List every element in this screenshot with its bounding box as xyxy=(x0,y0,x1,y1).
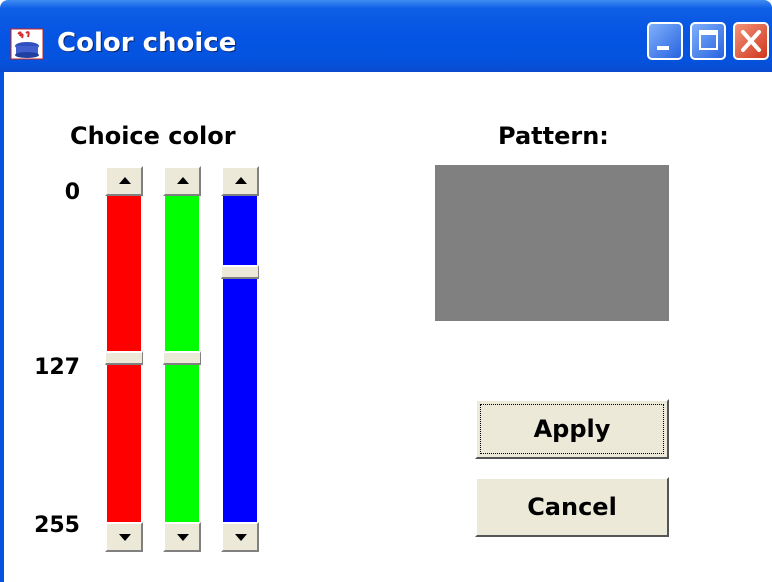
scale-label-min: 0 xyxy=(64,180,80,205)
green-thumb[interactable] xyxy=(163,351,201,365)
pattern-preview xyxy=(435,165,669,321)
java-cup-icon xyxy=(10,28,44,60)
maximize-button[interactable] xyxy=(690,22,726,60)
green-scroll-up-button[interactable] xyxy=(163,166,201,196)
red-scroll-down-button[interactable] xyxy=(105,522,143,552)
apply-button[interactable]: Apply xyxy=(475,399,669,459)
close-button[interactable] xyxy=(733,22,769,60)
minimize-button[interactable] xyxy=(647,22,683,60)
green-scroll-down-button[interactable] xyxy=(163,522,201,552)
pattern-heading: Pattern: xyxy=(498,122,609,150)
window-title: Color choice xyxy=(57,28,237,58)
blue-scrollbar[interactable] xyxy=(221,166,259,552)
window-border xyxy=(0,72,4,582)
blue-scroll-up-button[interactable] xyxy=(221,166,259,196)
blue-track[interactable] xyxy=(223,196,257,522)
close-icon xyxy=(741,30,761,52)
title-bar[interactable]: Color choice xyxy=(0,0,772,72)
red-scroll-up-button[interactable] xyxy=(105,166,143,196)
green-scrollbar[interactable] xyxy=(163,166,201,552)
choice-color-heading: Choice color xyxy=(70,122,236,150)
red-scrollbar[interactable] xyxy=(105,166,143,552)
minimize-icon xyxy=(657,46,669,50)
blue-scroll-down-button[interactable] xyxy=(221,522,259,552)
maximize-icon xyxy=(699,30,718,50)
scale-label-max: 255 xyxy=(34,513,80,538)
cancel-button[interactable]: Cancel xyxy=(475,477,669,537)
scale-label-mid: 127 xyxy=(34,355,80,380)
red-thumb[interactable] xyxy=(105,351,143,365)
blue-thumb[interactable] xyxy=(221,265,259,279)
